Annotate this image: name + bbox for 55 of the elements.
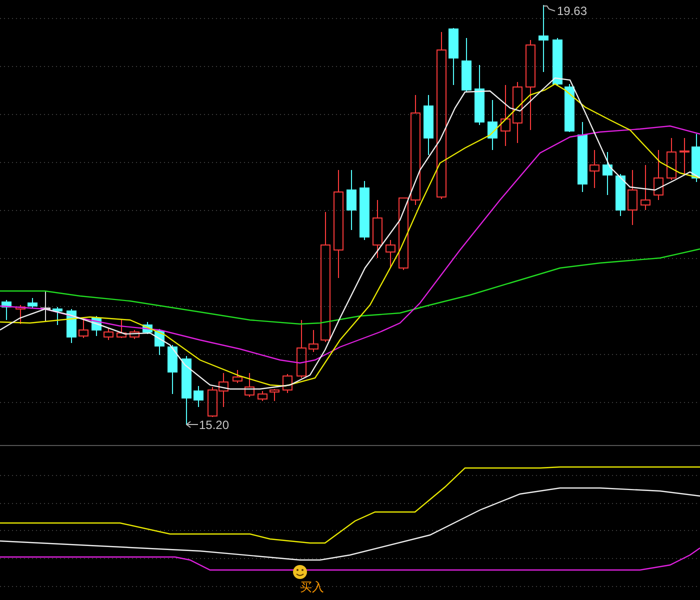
candlestick <box>692 134 700 182</box>
candlestick <box>182 356 192 426</box>
candlestick <box>16 304 26 324</box>
candlestick <box>78 318 88 338</box>
candlestick <box>92 316 102 336</box>
candlestick <box>578 122 588 192</box>
candlestick <box>628 170 638 226</box>
candlestick <box>258 390 268 402</box>
candlestick <box>142 322 152 334</box>
candlestick <box>654 150 664 200</box>
candlestick <box>386 240 396 268</box>
candlestick <box>448 28 458 86</box>
candlestick <box>308 330 318 352</box>
candlestick <box>590 150 600 188</box>
candlestick <box>488 100 498 150</box>
candlestick <box>296 320 306 378</box>
candlestick <box>232 370 242 384</box>
candlestick <box>616 174 626 216</box>
candlestick <box>270 388 280 402</box>
candlestick <box>500 84 510 146</box>
buy-signal-label: 买入 <box>300 580 324 594</box>
candlestick <box>564 84 574 132</box>
candlestick <box>512 82 522 144</box>
candlestick <box>2 300 12 320</box>
candlestick <box>462 38 472 92</box>
smiley-icon <box>293 565 307 579</box>
low-price-label: 15.20 <box>199 418 230 432</box>
candlestick <box>602 152 612 196</box>
candlestick <box>424 94 434 156</box>
leader-line <box>186 421 198 428</box>
candlestick <box>640 164 650 210</box>
candlestick <box>474 64 484 126</box>
candlestick <box>40 290 50 322</box>
candlestick <box>104 328 114 340</box>
candlestick <box>168 344 178 394</box>
candlestick <box>360 180 370 240</box>
candlestick <box>552 38 562 86</box>
candlestick <box>680 138 690 176</box>
candlestick <box>282 374 292 394</box>
candlestick <box>346 170 356 230</box>
candlestick <box>372 200 382 258</box>
candlestick <box>218 372 228 408</box>
candlestick <box>52 306 62 326</box>
candlestick <box>130 330 140 340</box>
candlestick <box>244 372 254 398</box>
candlestick <box>154 328 164 356</box>
candlestick <box>194 386 204 408</box>
high-price-label: 19.63 <box>557 4 588 18</box>
candlestick <box>208 386 218 418</box>
candlestick <box>66 308 76 344</box>
candlestick <box>28 298 38 308</box>
candlestick <box>116 320 126 338</box>
candlestick <box>538 4 548 72</box>
candlestick <box>666 138 676 180</box>
leader-line <box>542 6 556 12</box>
